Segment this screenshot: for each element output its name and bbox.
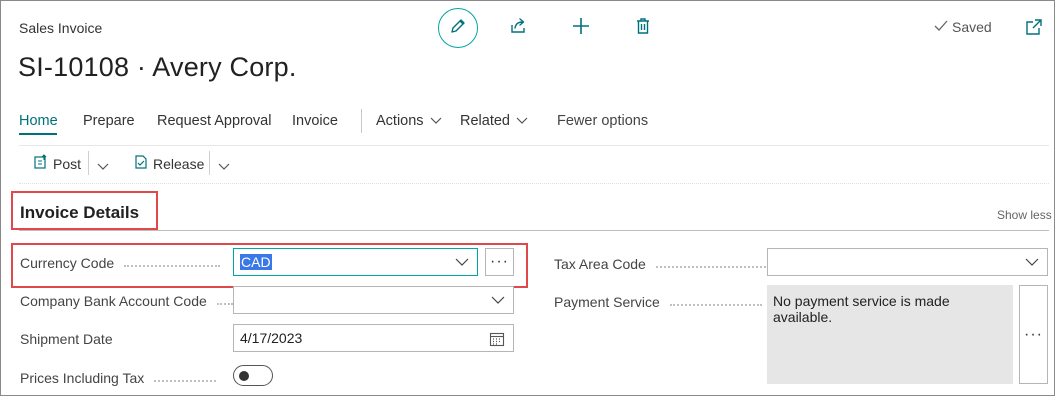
- chevron-down-icon: [218, 158, 230, 174]
- prices-including-tax-label-text: Prices Including Tax: [20, 370, 145, 386]
- toolbar-separator: [209, 151, 210, 175]
- chevron-down-icon: [430, 113, 442, 129]
- share-icon: [508, 16, 528, 41]
- tax-area-code-label: Tax Area Code: [554, 256, 766, 272]
- share-button[interactable]: [506, 16, 530, 40]
- show-less-link[interactable]: Show less: [997, 208, 1052, 222]
- plus-icon: [571, 16, 591, 41]
- label-leader-dots: [124, 265, 221, 267]
- payment-service-lookup-button[interactable]: ···: [1019, 285, 1048, 384]
- label-leader-dots: [216, 303, 233, 305]
- release-label: Release: [153, 155, 205, 172]
- post-more-button[interactable]: [97, 158, 109, 174]
- toggle-knob: [239, 371, 249, 381]
- label-leader-dots: [669, 304, 762, 306]
- toolbar-separator: [88, 151, 89, 175]
- chevron-down-icon: [491, 293, 505, 310]
- company-bank-account-code-label-text: Company Bank Account Code: [20, 293, 207, 309]
- ellipsis-icon: ···: [490, 253, 509, 270]
- edit-icon: [449, 17, 467, 40]
- chevron-down-icon: [455, 255, 469, 272]
- menu-actions[interactable]: Actions: [376, 113, 442, 129]
- saved-label: Saved: [952, 19, 992, 35]
- edit-button[interactable]: [438, 8, 478, 48]
- payment-service-label-text: Payment Service: [554, 294, 660, 310]
- delete-button[interactable]: [631, 16, 655, 40]
- calendar-icon[interactable]: [489, 331, 505, 350]
- currency-code-value: CAD: [240, 254, 272, 270]
- shipment-date-label: Shipment Date: [20, 331, 113, 347]
- label-leader-dots: [154, 380, 217, 382]
- new-button[interactable]: [569, 16, 593, 40]
- section-title: Invoice Details: [20, 203, 140, 222]
- prices-including-tax-toggle[interactable]: [233, 365, 273, 386]
- tab-prepare[interactable]: Prepare: [83, 113, 135, 129]
- tab-invoice[interactable]: Invoice: [292, 113, 338, 129]
- company-bank-account-code-select[interactable]: [233, 286, 514, 314]
- tab-home-underline: [19, 133, 57, 135]
- section-divider: [19, 230, 1049, 231]
- shipment-date-input[interactable]: 4/17/2023: [233, 324, 514, 352]
- label-leader-dots: [655, 266, 766, 268]
- currency-code-label-text: Currency Code: [20, 255, 115, 271]
- trash-icon: [634, 16, 652, 41]
- tax-area-code-label-text: Tax Area Code: [554, 256, 646, 272]
- toolbar-bottom-divider: [19, 183, 1049, 185]
- page-title: SI-10108 · Avery Corp.: [18, 52, 297, 82]
- check-icon: [934, 19, 948, 35]
- currency-code-select[interactable]: CAD: [233, 248, 478, 276]
- ellipsis-icon: ···: [1024, 325, 1043, 343]
- post-button[interactable]: Post: [33, 154, 81, 173]
- popout-icon: [1024, 19, 1044, 41]
- toolbar-divider: [19, 145, 1049, 146]
- chevron-down-icon: [516, 113, 528, 129]
- open-new-window-button[interactable]: [1024, 17, 1044, 37]
- prices-including-tax-label: Prices Including Tax: [20, 370, 217, 386]
- currency-code-lookup-button[interactable]: ···: [485, 248, 514, 276]
- menu-related-label: Related: [460, 113, 510, 129]
- saved-status: Saved: [934, 19, 992, 35]
- release-button[interactable]: Release: [133, 154, 204, 173]
- payment-service-label: Payment Service: [554, 294, 762, 310]
- release-icon: [133, 154, 149, 173]
- menu-actions-label: Actions: [376, 113, 424, 129]
- menu-related[interactable]: Related: [460, 113, 528, 129]
- shipment-date-value: 4/17/2023: [240, 330, 303, 346]
- page-caption: Sales Invoice: [19, 20, 103, 36]
- chevron-down-icon: [1025, 255, 1039, 272]
- nav-divider: [361, 109, 362, 133]
- post-icon: [33, 154, 49, 173]
- fewer-options-link[interactable]: Fewer options: [557, 113, 648, 129]
- chevron-down-icon: [97, 158, 109, 174]
- tab-home[interactable]: Home: [19, 113, 58, 129]
- payment-service-value: No payment service is made available.: [767, 285, 1013, 384]
- shipment-date-label-text: Shipment Date: [20, 331, 113, 347]
- tax-area-code-select[interactable]: [767, 248, 1048, 276]
- post-label: Post: [53, 155, 82, 172]
- currency-code-label: Currency Code: [20, 255, 221, 271]
- company-bank-account-code-label: Company Bank Account Code: [20, 293, 233, 309]
- release-more-button[interactable]: [218, 158, 230, 174]
- tab-request-approval[interactable]: Request Approval: [157, 113, 271, 129]
